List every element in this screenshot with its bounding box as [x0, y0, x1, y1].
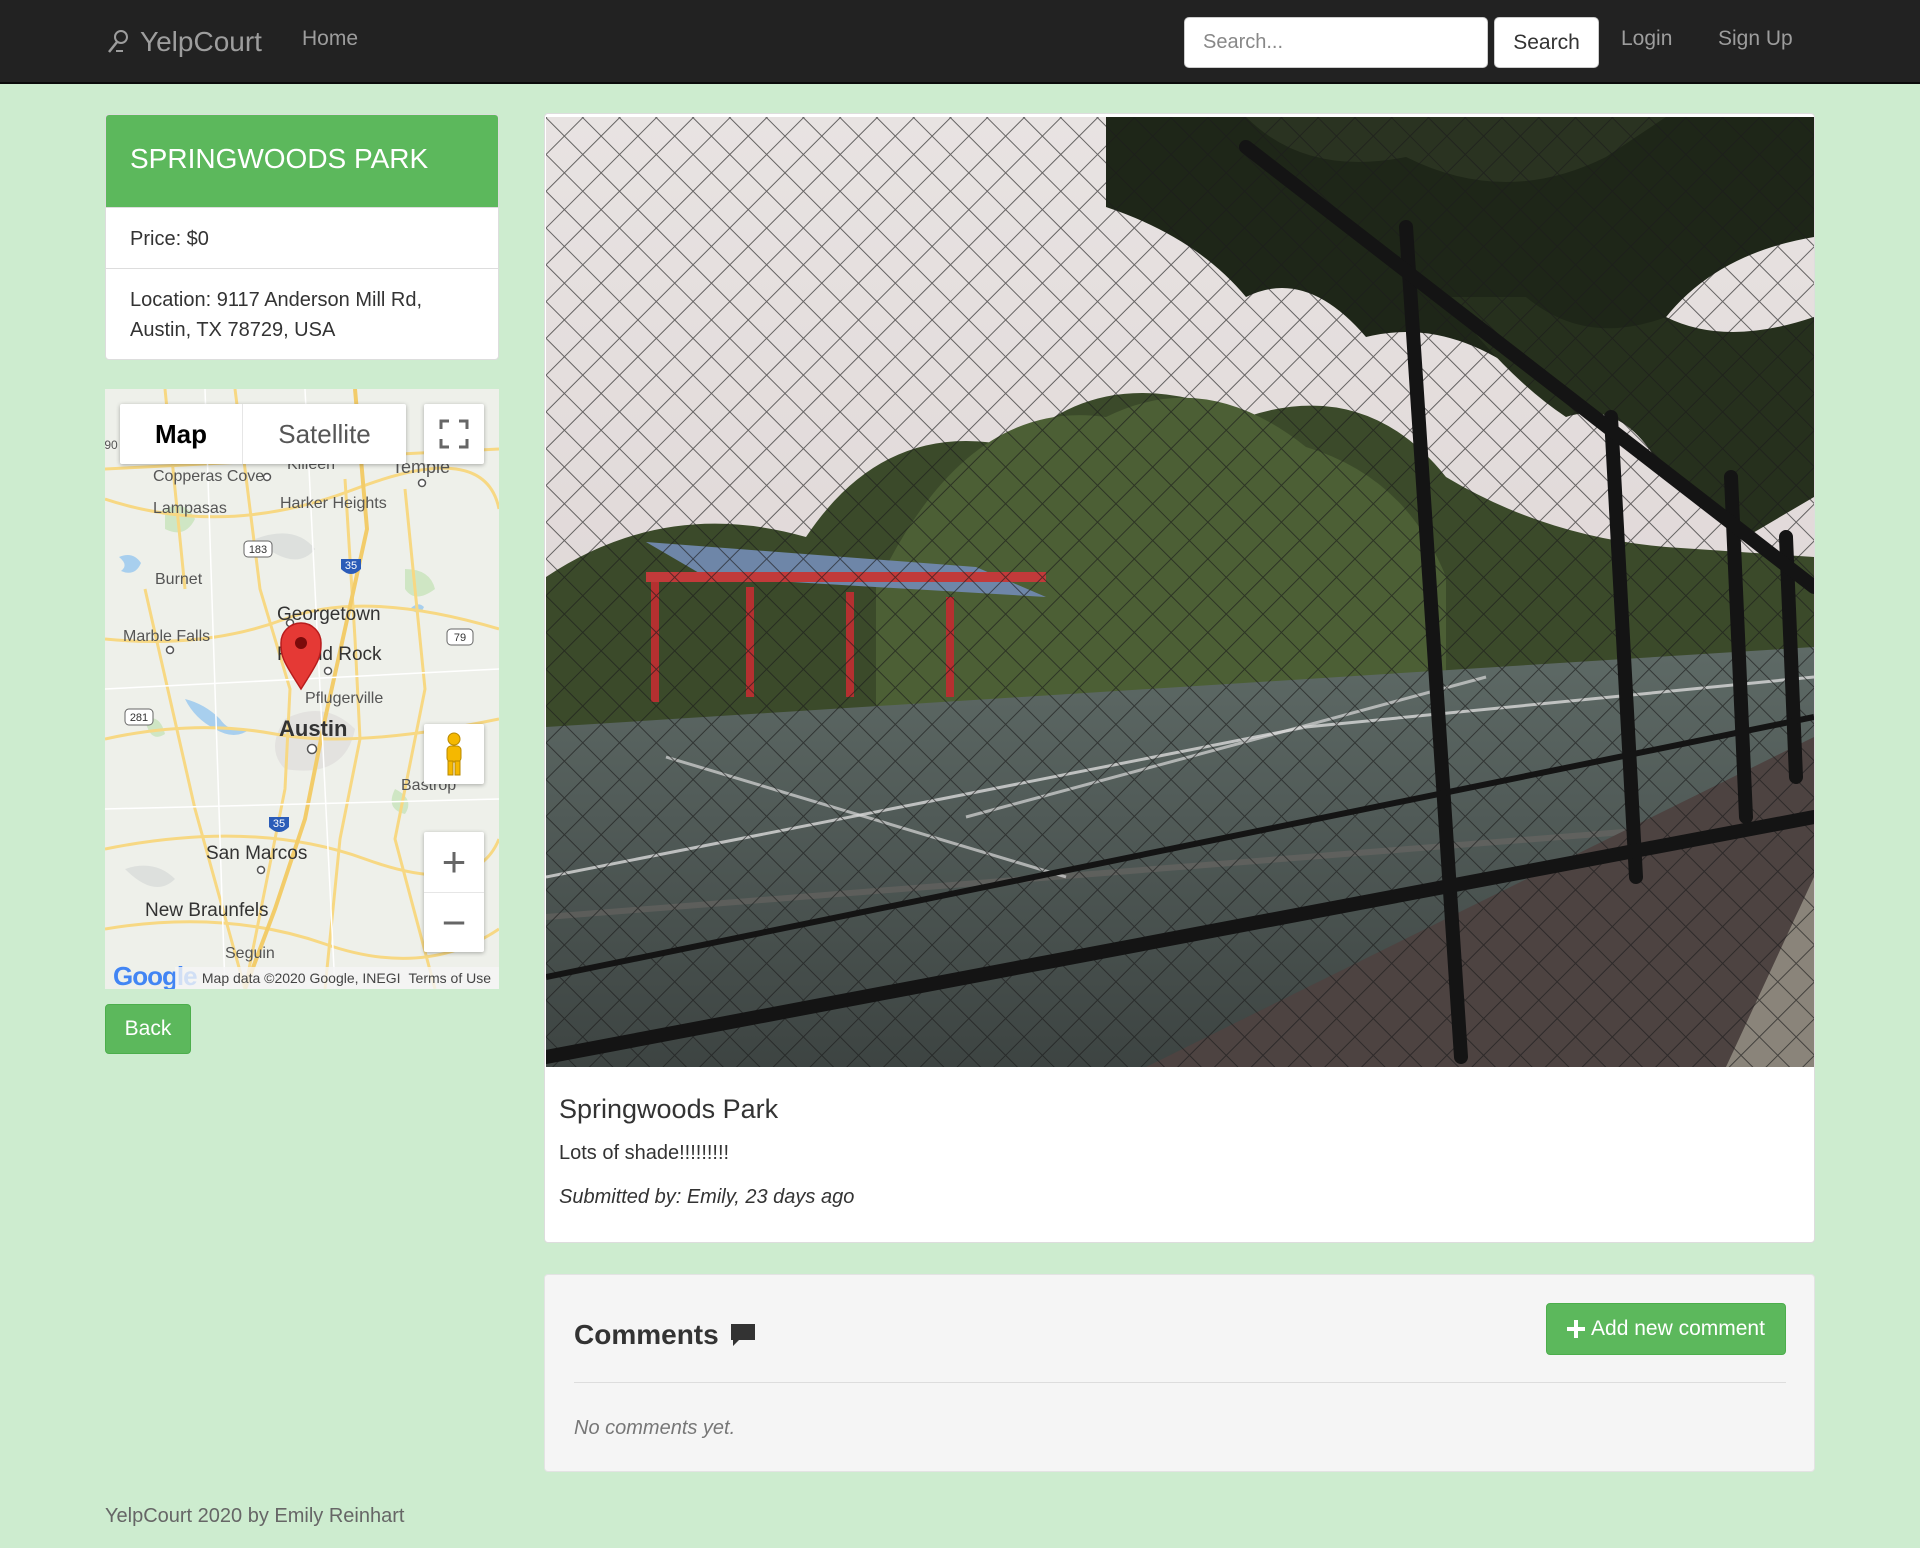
map-attribution-text: Map data ©2020 Google, INEGI [201, 970, 401, 986]
shield-90: 90 [105, 438, 118, 452]
comments-heading: Comments [574, 1319, 757, 1351]
shield-183: 183 [249, 544, 267, 556]
nav-signup-link[interactable]: Sign Up [1718, 26, 1793, 52]
brand-logo-icon [108, 30, 128, 53]
shield-35-north: 35 [345, 560, 357, 572]
map-type-control: Map Satellite [120, 404, 406, 464]
shield-35-south: 35 [273, 818, 285, 830]
place-georgetown: Georgetown [277, 604, 381, 625]
fullscreen-button[interactable] [424, 404, 484, 464]
fullscreen-icon [439, 419, 469, 449]
place-copperas-cove: Copperas Cove [153, 468, 264, 485]
shield-281: 281 [130, 712, 148, 724]
place-burnet: Burnet [155, 571, 203, 588]
pegman-icon [446, 732, 462, 776]
brand-name: YelpCourt [140, 26, 262, 57]
place-new-braunfels: New Braunfels [145, 900, 269, 921]
top-navbar: YelpCourt Home Search Login Sign Up [0, 0, 1920, 84]
map-type-map-tab[interactable]: Map [120, 404, 243, 464]
post-title: Springwoods Park [559, 1094, 779, 1124]
court-title: SPRINGWOODS PARK [106, 115, 498, 207]
place-pflugerville: Pflugerville [305, 690, 383, 707]
court-post-card: Springwoods Park Lots of shade!!!!!!!!! … [544, 113, 1815, 1243]
add-comment-button[interactable]: Add new comment [1546, 1303, 1786, 1355]
post-submitted-by: Submitted by: Emily, 23 days ago [559, 1186, 855, 1208]
place-austin: Austin [279, 716, 347, 741]
comments-title: Comments [574, 1319, 719, 1350]
map-attribution: Map data ©2020 Google, INEGI Terms of Us… [175, 967, 499, 989]
empty-comments-text: No comments yet. [574, 1417, 736, 1439]
location-map[interactable]: Killeen Temple Copperas Cove Harker Heig… [105, 389, 499, 989]
court-price: Price: $0 [106, 207, 498, 268]
page-footer: YelpCourt 2020 by Emily Reinhart [105, 1505, 405, 1527]
add-comment-label: Add new comment [1591, 1317, 1765, 1340]
shield-79: 79 [454, 632, 466, 644]
comments-well: Comments Add new comment No comments yet… [544, 1274, 1815, 1472]
place-lampasas: Lampasas [153, 500, 227, 517]
court-photo [546, 117, 1814, 1067]
nav-home-link[interactable]: Home [302, 26, 358, 52]
search-button[interactable]: Search [1494, 17, 1599, 68]
zoom-in-icon[interactable]: + [424, 832, 484, 892]
comments-divider [574, 1382, 1786, 1383]
map-type-satellite-tab[interactable]: Satellite [243, 404, 406, 464]
zoom-out-icon[interactable]: − [424, 892, 484, 952]
plus-icon [1567, 1320, 1586, 1338]
location-line-2: Austin, TX 78729, USA [130, 319, 336, 341]
back-button[interactable]: Back [105, 1004, 191, 1054]
zoom-control: + − [424, 832, 484, 952]
post-description: Lots of shade!!!!!!!!! [559, 1142, 730, 1164]
place-seguin: Seguin [225, 945, 275, 962]
map-terms-link[interactable]: Terms of Use [409, 970, 491, 986]
brand-link[interactable]: YelpCourt [106, 22, 262, 62]
location-line-1: Location: 9117 Anderson Mill Rd, [130, 289, 423, 311]
street-view-button[interactable] [424, 724, 484, 784]
comment-icon [730, 1324, 755, 1346]
place-san-marcos: San Marcos [206, 843, 307, 864]
place-harker-heights: Harker Heights [280, 495, 387, 512]
place-marble-falls: Marble Falls [123, 628, 210, 645]
court-info-panel: SPRINGWOODS PARK Price: $0 Location: 911… [105, 114, 499, 360]
search-input[interactable] [1184, 17, 1488, 68]
court-location: Location: 9117 Anderson Mill Rd, Austin,… [106, 268, 498, 359]
nav-login-link[interactable]: Login [1621, 26, 1672, 52]
